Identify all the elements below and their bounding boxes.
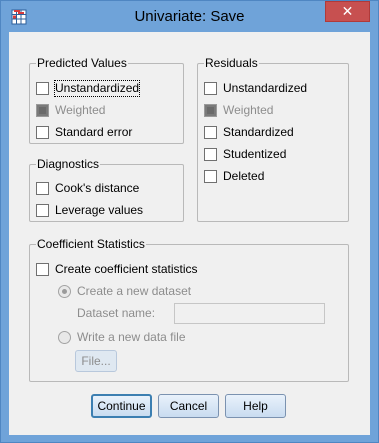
- close-icon: ✕: [341, 3, 354, 19]
- dialog-body: Predicted Values Unstandardized Weighted…: [9, 32, 370, 435]
- checkbox-label: Unstandardized: [223, 81, 308, 95]
- checkbox-box[interactable]: [204, 126, 217, 139]
- diagnostics-group: Diagnostics Cook's distance Leverage val…: [29, 157, 184, 222]
- checkbox-label: Unstandardized: [53, 80, 141, 97]
- checkbox-label: Leverage values: [55, 203, 144, 217]
- dialog-window: Univariate: Save ✕ Predicted Values Unst…: [0, 0, 379, 443]
- cancel-button[interactable]: Cancel: [158, 394, 219, 418]
- help-button[interactable]: Help: [225, 394, 286, 418]
- checkbox-label: Cook's distance: [55, 181, 140, 195]
- checkbox-box: [36, 104, 49, 117]
- diagnostics-legend: Diagnostics: [36, 157, 101, 171]
- checkbox-box: [204, 104, 217, 117]
- checkbox-label: Weighted: [223, 103, 274, 117]
- residuals-legend: Residuals: [204, 56, 259, 70]
- title-bar[interactable]: Univariate: Save ✕: [1, 1, 378, 32]
- checkbox-box[interactable]: [36, 263, 49, 276]
- checkbox-label: Weighted: [55, 103, 106, 117]
- dataset-name-label: Dataset name:: [77, 306, 156, 320]
- checkbox-box[interactable]: [204, 170, 217, 183]
- checkbox-box[interactable]: [36, 204, 49, 217]
- checkbox-label: Standard error: [55, 125, 133, 139]
- checkbox-label: Standardized: [223, 125, 294, 139]
- predicted-values-legend: Predicted Values: [36, 56, 128, 70]
- coefficient-statistics-legend: Coefficient Statistics: [36, 237, 146, 251]
- checkbox-box[interactable]: [36, 82, 49, 95]
- checkbox-box[interactable]: [204, 148, 217, 161]
- radio-label: Create a new dataset: [77, 284, 192, 298]
- close-button[interactable]: ✕: [325, 1, 370, 22]
- checkbox-label: Deleted: [223, 169, 265, 183]
- continue-button[interactable]: Continue: [91, 394, 152, 418]
- predicted-values-group: Predicted Values Unstandardized Weighted…: [29, 56, 184, 144]
- checkbox-box[interactable]: [204, 82, 217, 95]
- checkbox-box[interactable]: [36, 182, 49, 195]
- file-button: File...: [75, 350, 117, 372]
- radio-button: [58, 285, 71, 298]
- checkbox-label: Studentized: [223, 147, 287, 161]
- dataset-name-input: [174, 303, 325, 324]
- radio-label: Write a new data file: [77, 330, 186, 344]
- checkbox-box[interactable]: [36, 126, 49, 139]
- residuals-group: Residuals Unstandardized Weighted Standa…: [197, 56, 349, 222]
- coefficient-statistics-group: Coefficient Statistics Create coefficien…: [29, 237, 349, 382]
- radio-button: [58, 331, 71, 344]
- window-title: Univariate: Save: [134, 8, 245, 25]
- checkbox-label: Create coefficient statistics: [55, 262, 198, 276]
